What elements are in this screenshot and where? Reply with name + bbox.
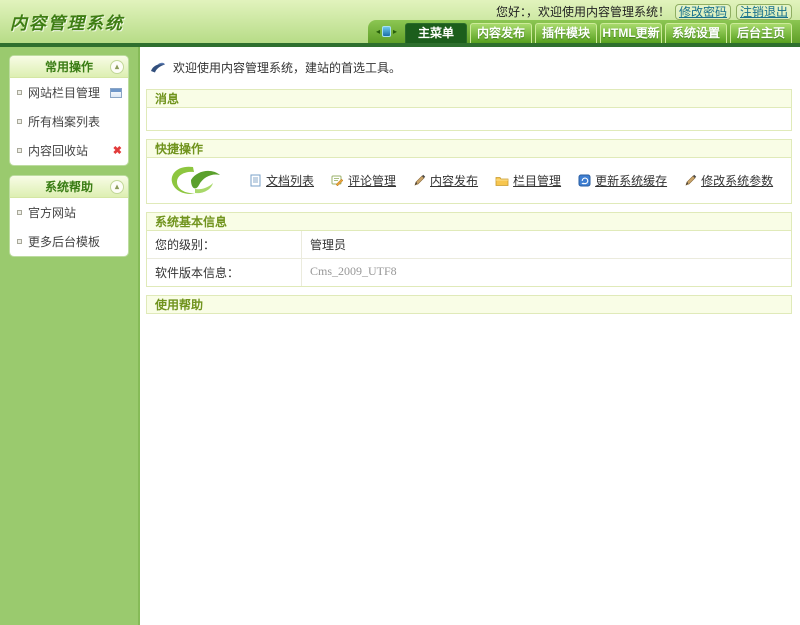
folder-icon — [495, 175, 509, 187]
database-icon — [382, 26, 391, 37]
tab-backend-home[interactable]: 后台主页 — [730, 23, 792, 43]
table-row: 软件版本信息： Cms_2009_UTF8 — [147, 259, 791, 286]
message-section: 消息 — [146, 89, 792, 131]
system-info-section: 系统基本信息 您的级别： 管理员 软件版本信息： Cms_2009_UTF8 — [146, 212, 792, 287]
collapse-up-icon[interactable]: ▴ — [110, 60, 124, 74]
logout-link[interactable]: 注销退出 — [736, 4, 792, 20]
quick-link-modify-params[interactable]: 修改系统参数 — [684, 172, 773, 189]
window-icon — [110, 88, 122, 98]
cms-admin-page: 内容管理系统 您好：，欢迎使用内容管理系统！ 修改密码 注销退出 ◂ ▸ 主菜单… — [0, 0, 800, 625]
header: 内容管理系统 您好：，欢迎使用内容管理系统！ 修改密码 注销退出 ◂ ▸ 主菜单… — [0, 0, 800, 43]
quick-actions-header: 快捷操作 — [146, 139, 792, 158]
message-section-header: 消息 — [146, 89, 792, 108]
bullet-icon — [17, 239, 22, 244]
sidebar: 常用操作 ▴ 网站栏目管理 所有档案列表 内容回收站 ✖ — [0, 47, 140, 625]
quick-links: 文档列表 评论管理 内容发布 栏目管理 — [249, 172, 773, 189]
sidebar-panel-system-help: 系统帮助 ▴ 官方网站 更多后台模板 — [10, 176, 128, 256]
welcome-text: 欢迎使用内容管理系统，建站的首选工具。 — [173, 59, 401, 76]
change-password-link[interactable]: 修改密码 — [675, 4, 731, 20]
green-swirl-logo — [167, 163, 225, 199]
system-info-body: 您的级别： 管理员 软件版本信息： Cms_2009_UTF8 — [146, 231, 792, 287]
sidebar-item-site-column-manage[interactable]: 网站栏目管理 — [10, 78, 128, 107]
system-info-header: 系统基本信息 — [146, 212, 792, 231]
sidebar-item-official-site[interactable]: 官方网站 — [10, 198, 128, 227]
tab-scroller: ◂ ▸ — [376, 26, 397, 37]
tab-main-menu[interactable]: 主菜单 — [405, 23, 467, 43]
greeting-text: 您好：，欢迎使用内容管理系统！ — [496, 3, 670, 20]
message-section-body — [146, 108, 792, 131]
tab-content-publish[interactable]: 内容发布 — [470, 23, 532, 43]
info-value-level: 管理员 — [302, 231, 791, 258]
tab-system-settings[interactable]: 系统设置 — [665, 23, 727, 43]
quick-link-update-cache[interactable]: 更新系统缓存 — [578, 172, 667, 189]
sidebar-item-recycle-bin[interactable]: 内容回收站 ✖ — [10, 136, 128, 165]
swoosh-icon — [150, 62, 166, 73]
main-content: 欢迎使用内容管理系统，建站的首选工具。 消息 快捷操作 — [140, 47, 800, 625]
bullet-icon — [17, 90, 22, 95]
info-label-level: 您的级别： — [147, 231, 302, 258]
quick-link-comment-manage[interactable]: 评论管理 — [331, 172, 396, 189]
sidebar-item-more-templates[interactable]: 更多后台模板 — [10, 227, 128, 256]
bullet-icon — [17, 148, 22, 153]
delete-x-icon: ✖ — [113, 146, 122, 156]
panel-header-system-help: 系统帮助 ▴ — [10, 176, 128, 198]
panel-title: 系统帮助 — [45, 180, 93, 194]
comment-manage-icon — [331, 174, 344, 187]
tab-scroll-left-icon[interactable]: ◂ — [376, 28, 380, 36]
tab-bar: ◂ ▸ 主菜单 内容发布 插件模块 HTML更新 系统设置 后台主页 — [368, 20, 800, 43]
page-title: 内容管理系统 — [10, 9, 124, 34]
info-label-version: 软件版本信息： — [147, 259, 302, 286]
bullet-icon — [17, 210, 22, 215]
info-value-version: Cms_2009_UTF8 — [302, 259, 791, 286]
quick-link-column-manage[interactable]: 栏目管理 — [495, 172, 561, 189]
document-list-icon — [249, 174, 262, 187]
table-row: 您的级别： 管理员 — [147, 231, 791, 259]
modify-params-icon — [684, 174, 697, 187]
sidebar-panel-common-ops: 常用操作 ▴ 网站栏目管理 所有档案列表 内容回收站 ✖ — [10, 56, 128, 165]
body: 常用操作 ▴ 网站栏目管理 所有档案列表 内容回收站 ✖ — [0, 47, 800, 625]
quick-link-document-list[interactable]: 文档列表 — [249, 172, 314, 189]
usage-help-section: 使用帮助 — [146, 295, 792, 314]
welcome-line: 欢迎使用内容管理系统，建站的首选工具。 — [150, 59, 792, 76]
panel-title: 常用操作 — [45, 60, 93, 74]
tab-html-update[interactable]: HTML更新 — [600, 23, 662, 43]
collapse-up-icon[interactable]: ▴ — [110, 180, 124, 194]
update-cache-icon — [578, 174, 591, 187]
panel-header-common-ops: 常用操作 ▴ — [10, 56, 128, 78]
greeting-bar: 您好：，欢迎使用内容管理系统！ 修改密码 注销退出 — [496, 3, 792, 20]
quick-actions-section: 快捷操作 文档列表 评论管理 — [146, 139, 792, 204]
publish-pen-icon — [413, 174, 426, 187]
tab-plugin-module[interactable]: 插件模块 — [535, 23, 597, 43]
quick-link-content-publish[interactable]: 内容发布 — [413, 172, 478, 189]
sidebar-item-all-archives[interactable]: 所有档案列表 — [10, 107, 128, 136]
tab-scroll-right-icon[interactable]: ▸ — [393, 28, 397, 36]
usage-help-header: 使用帮助 — [146, 295, 792, 314]
main-tabs: 主菜单 内容发布 插件模块 HTML更新 系统设置 后台主页 — [405, 23, 800, 43]
bullet-icon — [17, 119, 22, 124]
quick-actions-body: 文档列表 评论管理 内容发布 栏目管理 — [146, 158, 792, 204]
